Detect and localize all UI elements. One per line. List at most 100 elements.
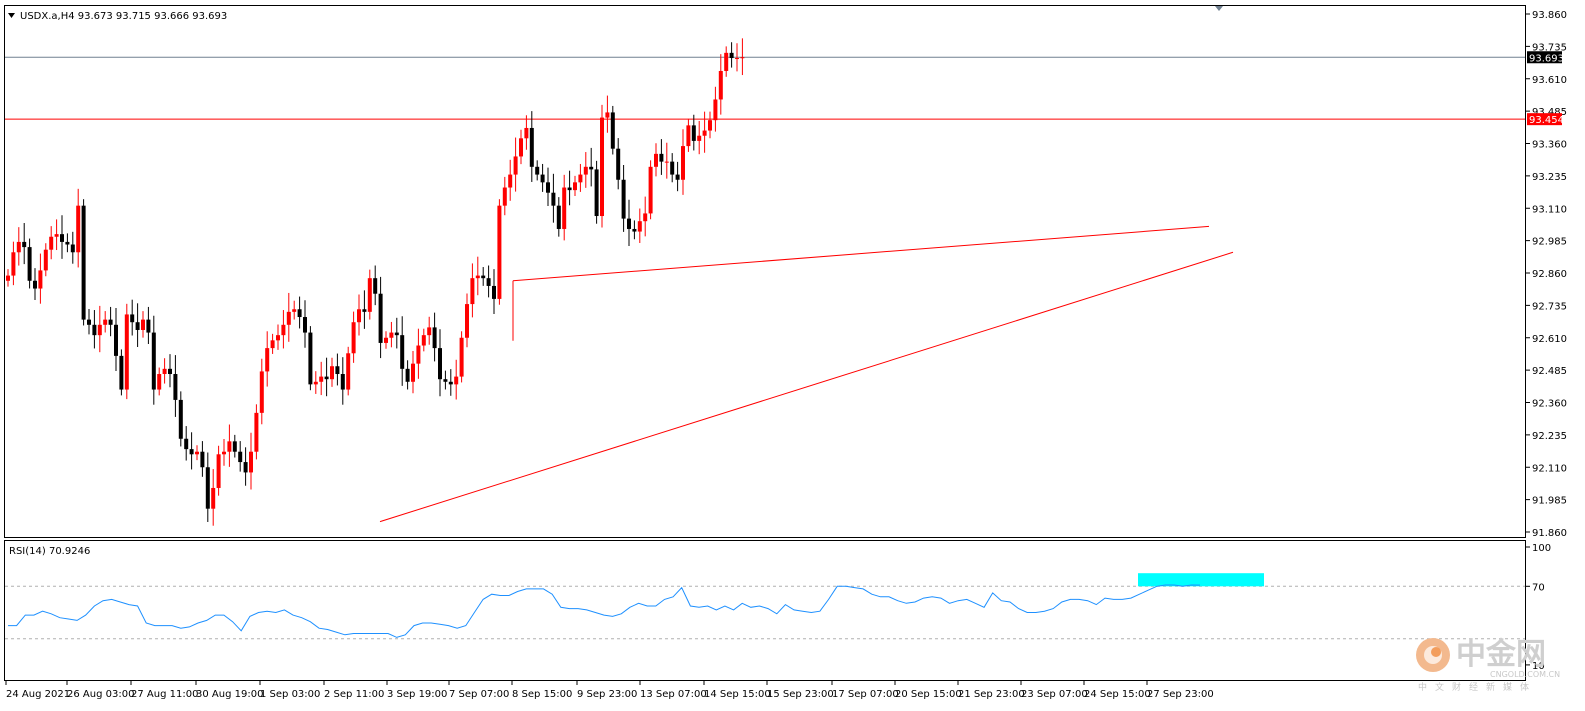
candle-body xyxy=(421,335,426,346)
x-tick-label: 26 Aug 03:00 xyxy=(67,689,134,700)
candle-body xyxy=(400,335,405,369)
candle-body xyxy=(432,327,437,349)
watermark: 中金网 CNGOLD.COM.CN 中文财经新媒体 xyxy=(1416,637,1560,693)
candle-body xyxy=(292,309,297,312)
watermark-tagline: 中文财经新媒体 xyxy=(1418,681,1537,693)
candle-body xyxy=(124,314,129,390)
y-tick-label: 92.985 xyxy=(1532,237,1567,248)
candle-body xyxy=(270,340,275,349)
candle-body xyxy=(308,332,313,385)
candle-body xyxy=(184,438,189,450)
candle-body xyxy=(335,366,340,375)
candle-body xyxy=(448,381,453,385)
upper-trendline xyxy=(512,225,1210,282)
x-tick-label: 17 Sep 07:00 xyxy=(832,689,899,700)
current-price-label: 93.693 xyxy=(1529,53,1564,64)
candle-body xyxy=(324,376,329,380)
candle-body xyxy=(357,309,361,323)
y-tick-label: 92.235 xyxy=(1532,431,1567,442)
candle-body xyxy=(427,327,432,336)
x-tick-label: 9 Sep 23:00 xyxy=(577,689,637,700)
candle-body xyxy=(600,117,604,217)
watermark-site: CNGOLD.COM.CN xyxy=(1490,670,1560,679)
candle-body xyxy=(173,374,178,400)
candle-body xyxy=(103,319,108,325)
candle-body xyxy=(394,332,399,336)
candle-body xyxy=(497,205,502,299)
candle-body xyxy=(6,275,10,281)
y-tick-label: 92.360 xyxy=(1532,399,1567,410)
chart-shift-marker-icon[interactable] xyxy=(1215,6,1223,11)
candle-body xyxy=(81,205,86,320)
x-tick-label: 2 Sep 11:00 xyxy=(324,689,384,700)
candle-body xyxy=(162,368,167,375)
candle-body xyxy=(740,57,745,59)
candle-body xyxy=(303,317,307,333)
chart-svg[interactable]: 93.86093.73593.61093.48593.36093.23593.1… xyxy=(0,0,1585,711)
candle-body xyxy=(319,376,324,382)
candle-body xyxy=(265,348,270,372)
rsi-tick-label: 70 xyxy=(1532,582,1545,593)
main-chart-frame xyxy=(4,5,1526,538)
y-tick-label: 93.235 xyxy=(1532,172,1567,183)
x-tick-label: 27 Sep 23:00 xyxy=(1147,689,1214,700)
candle-body xyxy=(616,148,621,180)
candle-body xyxy=(76,205,81,253)
candle-body xyxy=(49,236,54,250)
candle-body xyxy=(540,174,545,183)
candle-body xyxy=(529,127,534,167)
candle-body xyxy=(627,218,631,229)
candle-body xyxy=(713,99,718,121)
x-tick-label: 8 Sep 15:00 xyxy=(512,689,572,700)
candle-body xyxy=(659,153,664,162)
candle-body xyxy=(54,234,59,237)
x-tick-label: 1 Sep 03:00 xyxy=(260,689,320,700)
y-tick-label: 92.110 xyxy=(1532,463,1567,474)
candle-body xyxy=(33,280,37,289)
candle-body xyxy=(735,58,739,60)
candle-body xyxy=(254,412,259,452)
x-tick-label: 24 Aug 2021 xyxy=(6,689,70,700)
candle-body xyxy=(724,52,729,71)
x-tick-label: 7 Sep 07:00 xyxy=(449,689,509,700)
candle-body xyxy=(243,462,248,473)
x-tick-label: 27 Aug 11:00 xyxy=(131,689,198,700)
candle-body xyxy=(691,125,696,141)
candle-body xyxy=(22,241,27,248)
x-tick-label: 30 Aug 19:00 xyxy=(196,689,263,700)
symbol-dropdown-icon[interactable] xyxy=(8,13,15,18)
candle-body xyxy=(675,174,680,180)
level-price-label: 93.454 xyxy=(1529,115,1564,126)
candle-body xyxy=(211,487,216,509)
candle-body xyxy=(195,451,199,455)
candle-body xyxy=(330,366,334,380)
candle-body xyxy=(130,314,135,323)
candle-body xyxy=(378,293,383,343)
candle-body xyxy=(276,335,280,341)
candle-body xyxy=(567,187,572,191)
candle-body xyxy=(351,322,356,354)
candle-body xyxy=(70,244,75,253)
candle-body xyxy=(470,278,475,305)
candle-body xyxy=(702,130,707,136)
candle-body xyxy=(97,324,102,336)
candle-body xyxy=(465,304,469,338)
candle-body xyxy=(459,337,464,377)
candle-body xyxy=(178,399,183,439)
candle-body xyxy=(610,112,615,149)
y-tick-label: 92.735 xyxy=(1532,301,1567,312)
y-tick-label: 91.860 xyxy=(1532,528,1567,539)
symbol-header: USDX.a,H4 93.673 93.715 93.666 93.693 xyxy=(20,11,227,22)
candle-body xyxy=(481,275,486,279)
candle-body xyxy=(583,166,588,175)
candle-body xyxy=(416,345,421,364)
candle-body xyxy=(249,451,253,473)
y-tick-label: 93.610 xyxy=(1532,75,1567,86)
y-tick-label: 92.860 xyxy=(1532,269,1567,280)
candle-body xyxy=(16,241,21,253)
candle-body xyxy=(238,451,243,463)
candle-body xyxy=(11,252,16,276)
candle-body xyxy=(508,174,513,188)
candle-body xyxy=(492,285,496,299)
candle-body xyxy=(384,337,388,343)
